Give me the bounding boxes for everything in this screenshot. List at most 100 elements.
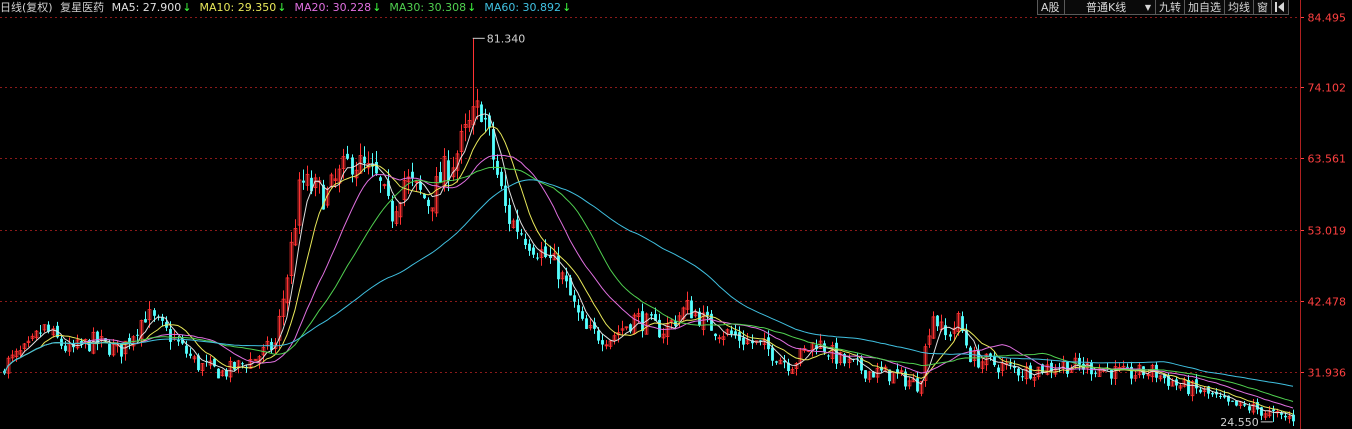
ma-button[interactable]: 均线 (1224, 0, 1254, 15)
chevron-down-icon: ▼ (1144, 3, 1151, 12)
candle-body (516, 219, 519, 232)
candle-body (492, 129, 495, 160)
candle-body (997, 367, 1000, 373)
candle-body (771, 347, 774, 361)
candle-body (169, 329, 172, 342)
jiuzhuan-button[interactable]: 九转 (1155, 0, 1185, 15)
candle-body (738, 332, 741, 341)
kline-type-label: 普通K线 (1086, 1, 1127, 14)
candle-body (544, 246, 547, 258)
add-watchlist-button[interactable]: 加自选 (1184, 0, 1225, 15)
candle-body (827, 355, 830, 357)
candle-body (1017, 368, 1020, 376)
candle-body (1094, 372, 1097, 374)
candle-body (39, 332, 42, 334)
candle-body (351, 157, 354, 175)
candle-body (1199, 389, 1202, 393)
candle-body (439, 172, 442, 183)
candle-body (524, 238, 527, 246)
candle-body (650, 314, 653, 316)
candle-body (1219, 396, 1222, 398)
candle-body (601, 340, 604, 345)
ma-legend-item: MA20: 30.228↓ (294, 1, 382, 14)
candle-body (241, 363, 244, 365)
candle-body (936, 315, 939, 327)
candle-body (706, 311, 709, 316)
ma-legend-item: MA60: 30.892↓ (484, 1, 572, 14)
candle-body (1009, 363, 1012, 365)
y-tick-label: 63.561 (1308, 153, 1347, 166)
ma-legend-item: MA10: 29.350↓ (199, 1, 287, 14)
candle-body (484, 117, 487, 120)
candle-body (419, 182, 422, 190)
candle-body (1248, 406, 1251, 411)
candlestick-chart[interactable]: 84.495 74.102 63.561 53.019 42.478 31.936 81.3… (0, 0, 1352, 429)
kline-type-select[interactable]: 普通K线 ▼ (1064, 0, 1156, 15)
down-arrow-icon: ↓ (182, 1, 192, 14)
candle-body (916, 378, 919, 392)
ma-legend-item: MA5: 27.900↓ (111, 1, 192, 14)
y-tick-label: 53.019 (1308, 225, 1347, 238)
down-arrow-icon: ↓ (277, 1, 287, 14)
candle-body (585, 318, 588, 329)
candle-body (1235, 400, 1238, 406)
chart-header: 日线(复权) 复星医药 MA5: 27.900↓ MA10: 29.350↓ MA2… (0, 0, 583, 16)
candle-body (144, 319, 147, 323)
down-arrow-icon: ↓ (467, 1, 477, 14)
chart-toolbar: A股 普通K线 ▼ 九转 加自选 均线 窗 (1037, 0, 1289, 16)
candle-body (185, 345, 188, 354)
candle-body (641, 311, 644, 332)
candle-body (480, 104, 483, 122)
candle-body (1090, 362, 1093, 375)
candle-body (520, 233, 523, 235)
candle-body (64, 345, 67, 351)
candle-body (1078, 357, 1081, 365)
candle-body (1243, 404, 1246, 406)
down-arrow-icon: ↓ (372, 1, 382, 14)
down-arrow-icon: ↓ (562, 1, 572, 14)
candle-body (742, 337, 745, 345)
candle-body (177, 340, 180, 342)
candle-body (189, 353, 192, 356)
candle-body (528, 243, 531, 251)
candle-body (153, 310, 156, 316)
ma-legend: MA5: 27.900↓ MA10: 29.350↓ MA20: 30.228↓ MA… (112, 1, 580, 14)
a-share-button[interactable]: A股 (1037, 0, 1065, 15)
candle-body (363, 156, 366, 164)
candle-body (1231, 400, 1234, 402)
candle-body (346, 153, 349, 159)
candle-body (1126, 366, 1129, 368)
candle-body (1066, 361, 1069, 374)
candle-body (532, 247, 535, 255)
collapse-icon[interactable] (1271, 0, 1289, 15)
stock-name: 复星医药 (60, 1, 105, 14)
candle-body (581, 311, 584, 319)
candle-body (573, 295, 576, 302)
high-marker-label: 81.340 (487, 32, 525, 45)
candle-body (730, 330, 733, 334)
candle-body (302, 180, 305, 183)
window-button[interactable]: 窗 (1253, 0, 1272, 15)
candle-body (1211, 393, 1214, 395)
candle-body (375, 161, 378, 174)
candle-body (108, 343, 111, 355)
candle-body (577, 305, 580, 313)
candle-body (136, 334, 139, 336)
candle-body (233, 361, 236, 370)
candle-body (1021, 376, 1024, 378)
period-label: 日线(复权) (0, 1, 53, 14)
candle-body (391, 200, 394, 222)
candle-body (690, 300, 693, 319)
candle-body (1284, 415, 1287, 418)
candle-body (217, 368, 220, 379)
candle-body (60, 338, 63, 346)
candle-body (379, 177, 382, 181)
candle-body (565, 275, 568, 282)
candle-body (120, 343, 123, 357)
y-tick-label: 31.936 (1308, 367, 1347, 380)
y-tick-label: 74.102 (1308, 82, 1347, 95)
candle-body (775, 361, 778, 363)
candle-body (1272, 409, 1275, 412)
candle-body (500, 171, 503, 187)
y-tick-label: 42.478 (1308, 296, 1347, 309)
